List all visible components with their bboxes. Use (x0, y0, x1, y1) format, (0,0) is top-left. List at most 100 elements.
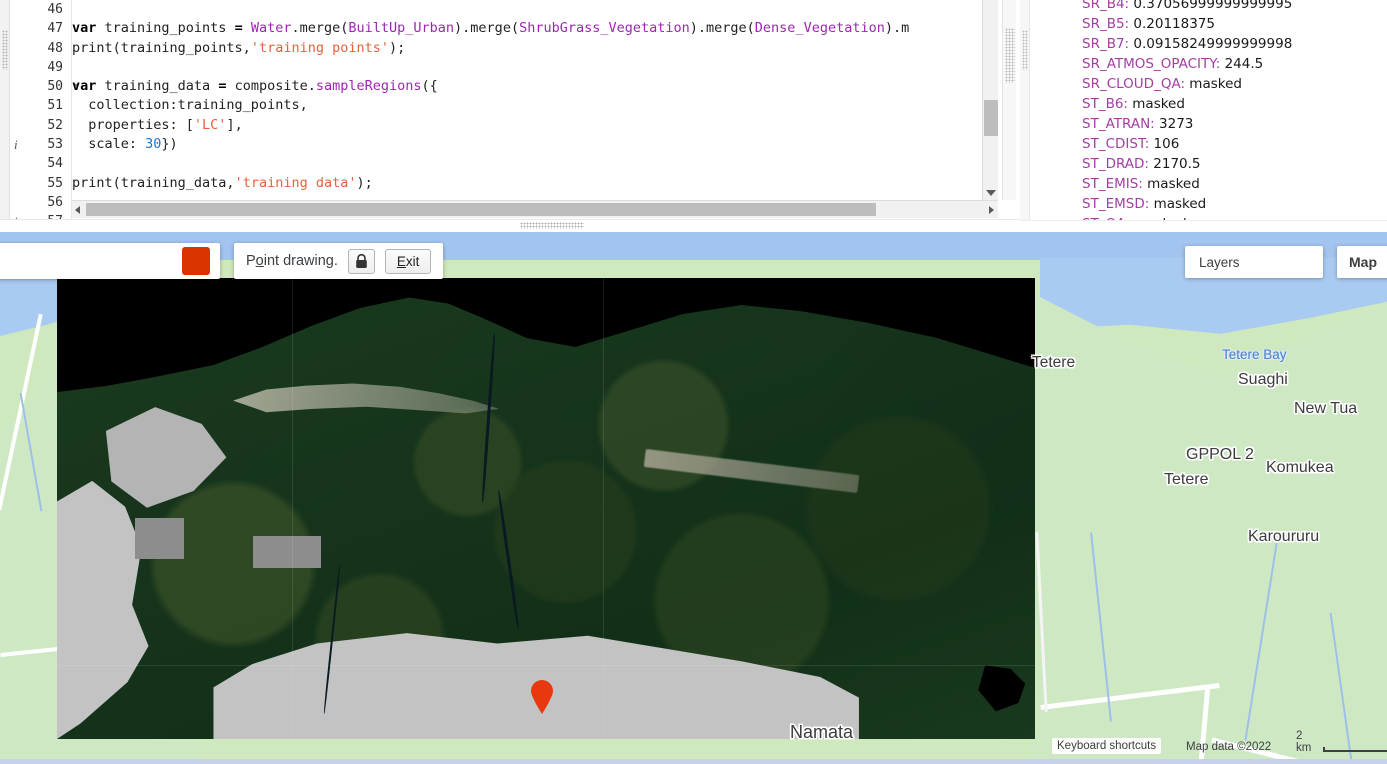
lock-icon-button[interactable] (347, 248, 375, 274)
inspector-property-row[interactable]: SR_B5: 0.20118375 (1082, 14, 1387, 34)
line-number: 54 (47, 156, 63, 172)
map-type-button[interactable]: Map (1337, 246, 1387, 278)
property-key: ST_EMSD: (1082, 196, 1154, 212)
inspector-property-row[interactable]: ST_EMIS: masked (1082, 174, 1387, 194)
scroll-right-arrow-icon[interactable] (989, 206, 994, 214)
property-key: ST_B6: (1082, 96, 1133, 112)
info-marker-icon[interactable]: i (14, 135, 18, 154)
pane-resize-handle[interactable] (520, 222, 584, 229)
code-line[interactable]: print(training_points,'training points')… (72, 39, 982, 58)
inspector-property-row[interactable]: ST_ATRAN: 3273 (1082, 114, 1387, 134)
code-line[interactable]: scale: 30}) (72, 135, 982, 154)
map-data-attribution: Map data ©2022 (1186, 741, 1272, 753)
property-key: ST_CDIST: (1082, 136, 1154, 152)
code-token: print(training_points, (72, 39, 251, 56)
code-line[interactable]: collection:training_points, (72, 96, 982, 115)
code-line[interactable] (72, 0, 982, 19)
geometry-color-swatch[interactable] (182, 247, 210, 275)
property-key: ST_ATRAN: (1082, 116, 1160, 132)
map-type-button-label: Map (1349, 254, 1377, 270)
line-number-gutter: 4647484950▾5152i53545556i57 (10, 0, 79, 232)
property-value: 106 (1153, 136, 1180, 152)
inspector-property-row[interactable]: ST_EMSD: masked (1082, 194, 1387, 214)
inspector-property-list[interactable]: SR_B4: 0.37056999999999995 SR_B5: 0.20118… (1082, 0, 1387, 222)
grip-dots (2, 30, 8, 70)
grip-dots (1005, 28, 1015, 83)
property-value: 244.5 (1224, 56, 1264, 72)
property-value: 3273 (1159, 116, 1194, 132)
property-value: masked (1153, 196, 1207, 212)
vertical-scroll-thumb[interactable] (984, 100, 998, 136)
code-line[interactable] (72, 154, 982, 173)
property-value: 0.20118375 (1133, 16, 1215, 32)
horizontal-scroll-thumb[interactable] (86, 203, 876, 216)
tile-boundary (602, 278, 604, 739)
code-token: print(training_data, (72, 174, 235, 191)
code-line[interactable]: properties: ['LC'], (72, 116, 982, 135)
code-line[interactable] (72, 58, 982, 77)
property-value: masked (1189, 76, 1242, 92)
code-token: ], (226, 116, 243, 133)
tile-boundary (57, 665, 1035, 667)
inspector-bottom-edge (1020, 220, 1387, 232)
code-token: 'training points' (250, 39, 389, 56)
inspector-property-row[interactable]: ST_B6: masked (1082, 94, 1387, 114)
point-marker-icon[interactable] (530, 680, 554, 714)
editor-horizontal-scrollbar[interactable] (72, 200, 998, 218)
code-token: = (234, 20, 251, 37)
layers-button-label: Layers (1199, 254, 1240, 270)
line-number: 55 (47, 175, 63, 191)
scroll-left-arrow-icon[interactable] (75, 206, 80, 214)
inspector-property-row[interactable]: SR_B4: 0.37056999999999995 (1082, 0, 1387, 14)
code-token: composite. (234, 78, 316, 95)
code-line[interactable]: var training_data = composite.sampleRegi… (72, 77, 982, 96)
property-value: masked (1147, 176, 1200, 192)
line-number: i 53 (10, 135, 71, 154)
map-place-label: Tetere (1032, 354, 1076, 371)
scroll-down-arrow-icon[interactable] (986, 190, 996, 196)
property-key: SR_B7: (1082, 36, 1134, 52)
inspector-property-row[interactable]: ST_DRAD: 2170.5 (1082, 154, 1387, 174)
code-token: 'training data' (234, 174, 357, 191)
inspector-pane[interactable]: SR_B4: 0.37056999999999995 SR_B5: 0.20118… (1020, 0, 1387, 232)
inspector-property-row[interactable]: SR_ATMOS_OPACITY: 244.5 (1082, 54, 1387, 74)
code-line[interactable] (72, 193, 982, 200)
scale-bar (1322, 747, 1387, 752)
map-place-label: New Tua (1294, 400, 1358, 417)
code-token: ({ (421, 78, 438, 95)
inspector-property-row[interactable]: SR_B7: 0.09158249999999998 (1082, 34, 1387, 54)
map-pane[interactable]: Point drawing. Exit Layers Map Tetere Tet… (0, 232, 1387, 764)
code-token: sampleRegions (315, 78, 422, 95)
code-token: Dense_Vegetation (754, 20, 885, 37)
code-editor-pane[interactable]: 4647484950▾5152i53545556i57 var training… (0, 0, 1020, 232)
editor-right-grip (1002, 0, 1016, 200)
inspector-left-grip (1020, 0, 1030, 232)
map-place-label: GPPOL 2 (1186, 446, 1254, 463)
editor-vertical-scrollbar[interactable] (982, 0, 998, 200)
code-token: var (72, 20, 105, 37)
drawing-color-panel[interactable] (0, 243, 220, 279)
code-text-area[interactable]: var training_points = Water.merge(BuiltU… (72, 0, 982, 200)
code-token: BuiltUp_Urban (348, 20, 455, 37)
line-number: 50 ▾ (10, 77, 79, 96)
keyboard-shortcuts-button[interactable]: Keyboard shortcuts (1052, 738, 1162, 754)
code-token: var (72, 78, 105, 95)
code-token: training_points (104, 20, 235, 37)
drawing-toolbar[interactable]: Point drawing. Exit (234, 243, 444, 279)
exit-button[interactable]: Exit (384, 248, 432, 274)
inspector-property-row[interactable]: SR_CLOUD_QA: masked (1082, 74, 1387, 94)
code-token: 30 (145, 136, 162, 153)
code-line[interactable]: print(training_data,'training data'); (72, 174, 982, 193)
code-token: = (218, 78, 235, 95)
code-line[interactable]: var training_points = Water.merge(BuiltU… (72, 19, 982, 38)
map-place-label: Suaghi (1238, 371, 1288, 388)
property-value: 0.37056999999999995 (1133, 0, 1293, 12)
line-number: 51 (47, 98, 63, 114)
layers-button[interactable]: Layers (1185, 246, 1323, 278)
inspector-property-row[interactable]: ST_CDIST: 106 (1082, 134, 1387, 154)
satellite-image-layer[interactable] (57, 278, 1035, 739)
code-token: Water (250, 20, 292, 37)
code-token: ).merge( (689, 20, 755, 37)
map-place-label: Namata (790, 722, 854, 742)
property-value: 2170.5 (1153, 156, 1201, 172)
